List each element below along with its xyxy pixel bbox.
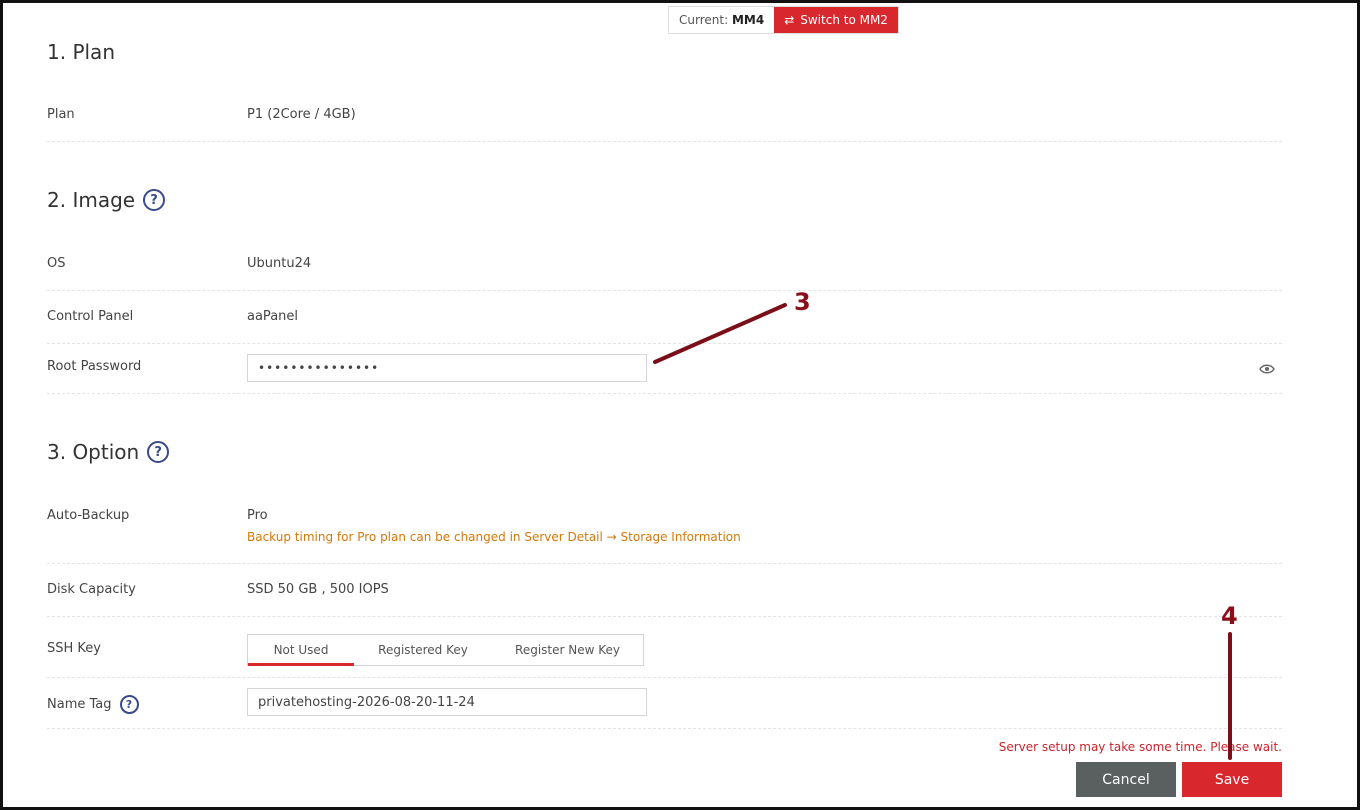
current-version: Current: MM4 (669, 7, 775, 33)
divider (47, 141, 1282, 142)
plan-label: Plan (47, 107, 75, 122)
version-switcher: Current: MM4 ⇄ Switch to MM2 (668, 6, 899, 34)
plan-value: P1 (2Core / 4GB) (247, 107, 356, 122)
section-title-plan: 1. Plan (47, 40, 115, 64)
tab-registered-key[interactable]: Registered Key (354, 635, 492, 665)
plan-title-text: 1. Plan (47, 40, 115, 64)
image-title-text: 2. Image (47, 188, 136, 212)
cancel-button[interactable]: Cancel (1076, 762, 1176, 797)
switch-version-button[interactable]: ⇄ Switch to MM2 (774, 7, 898, 33)
option-title-text: 3. Option (47, 440, 140, 464)
section-title-option: 3. Option ? (47, 440, 170, 464)
backup-note: Backup timing for Pro plan can be change… (247, 530, 741, 544)
tab-not-used[interactable]: Not Used (248, 635, 354, 666)
page-frame (0, 0, 1360, 810)
annotation-step-4: 4 (1221, 602, 1238, 630)
annotation-step-3: 3 (794, 288, 811, 316)
tab-register-new-key[interactable]: Register New Key (492, 635, 643, 665)
os-value: Ubuntu24 (247, 256, 312, 271)
name-tag-help-icon[interactable]: ? (119, 695, 139, 714)
swap-icon: ⇄ (784, 13, 795, 27)
control-panel-label: Control Panel (47, 309, 134, 324)
option-help-icon[interactable]: ? (147, 441, 170, 463)
show-password-eye-icon[interactable] (1258, 360, 1276, 378)
disk-capacity-label: Disk Capacity (47, 582, 136, 597)
switch-version-label: Switch to MM2 (800, 13, 888, 27)
ssh-key-label: SSH Key (47, 641, 101, 656)
divider (47, 393, 1282, 394)
save-button[interactable]: Save (1182, 762, 1282, 797)
divider (47, 343, 1282, 344)
ssh-key-tabs: Not Used Registered Key Register New Key (247, 634, 644, 666)
root-password-label: Root Password (47, 359, 142, 374)
current-version-label: Current: (679, 13, 729, 27)
divider (47, 290, 1282, 291)
divider (47, 563, 1282, 564)
section-title-image: 2. Image ? (47, 188, 166, 212)
setup-warning: Server setup may take some time. Please … (998, 740, 1282, 754)
divider (47, 728, 1282, 729)
auto-backup-value: Pro (247, 508, 268, 523)
control-panel-value: aaPanel (247, 309, 299, 324)
divider (47, 677, 1282, 678)
divider (47, 616, 1282, 617)
root-password-input[interactable] (247, 354, 647, 382)
os-label: OS (47, 256, 66, 271)
auto-backup-label: Auto-Backup (47, 508, 130, 523)
current-version-value: MM4 (731, 13, 765, 27)
name-tag-input[interactable] (247, 688, 647, 716)
name-tag-label: Name Tag (47, 697, 112, 712)
name-tag-label-row: Name Tag ? (47, 695, 139, 714)
image-help-icon[interactable]: ? (143, 189, 166, 211)
disk-capacity-value: SSD 50 GB , 500 IOPS (247, 582, 389, 597)
